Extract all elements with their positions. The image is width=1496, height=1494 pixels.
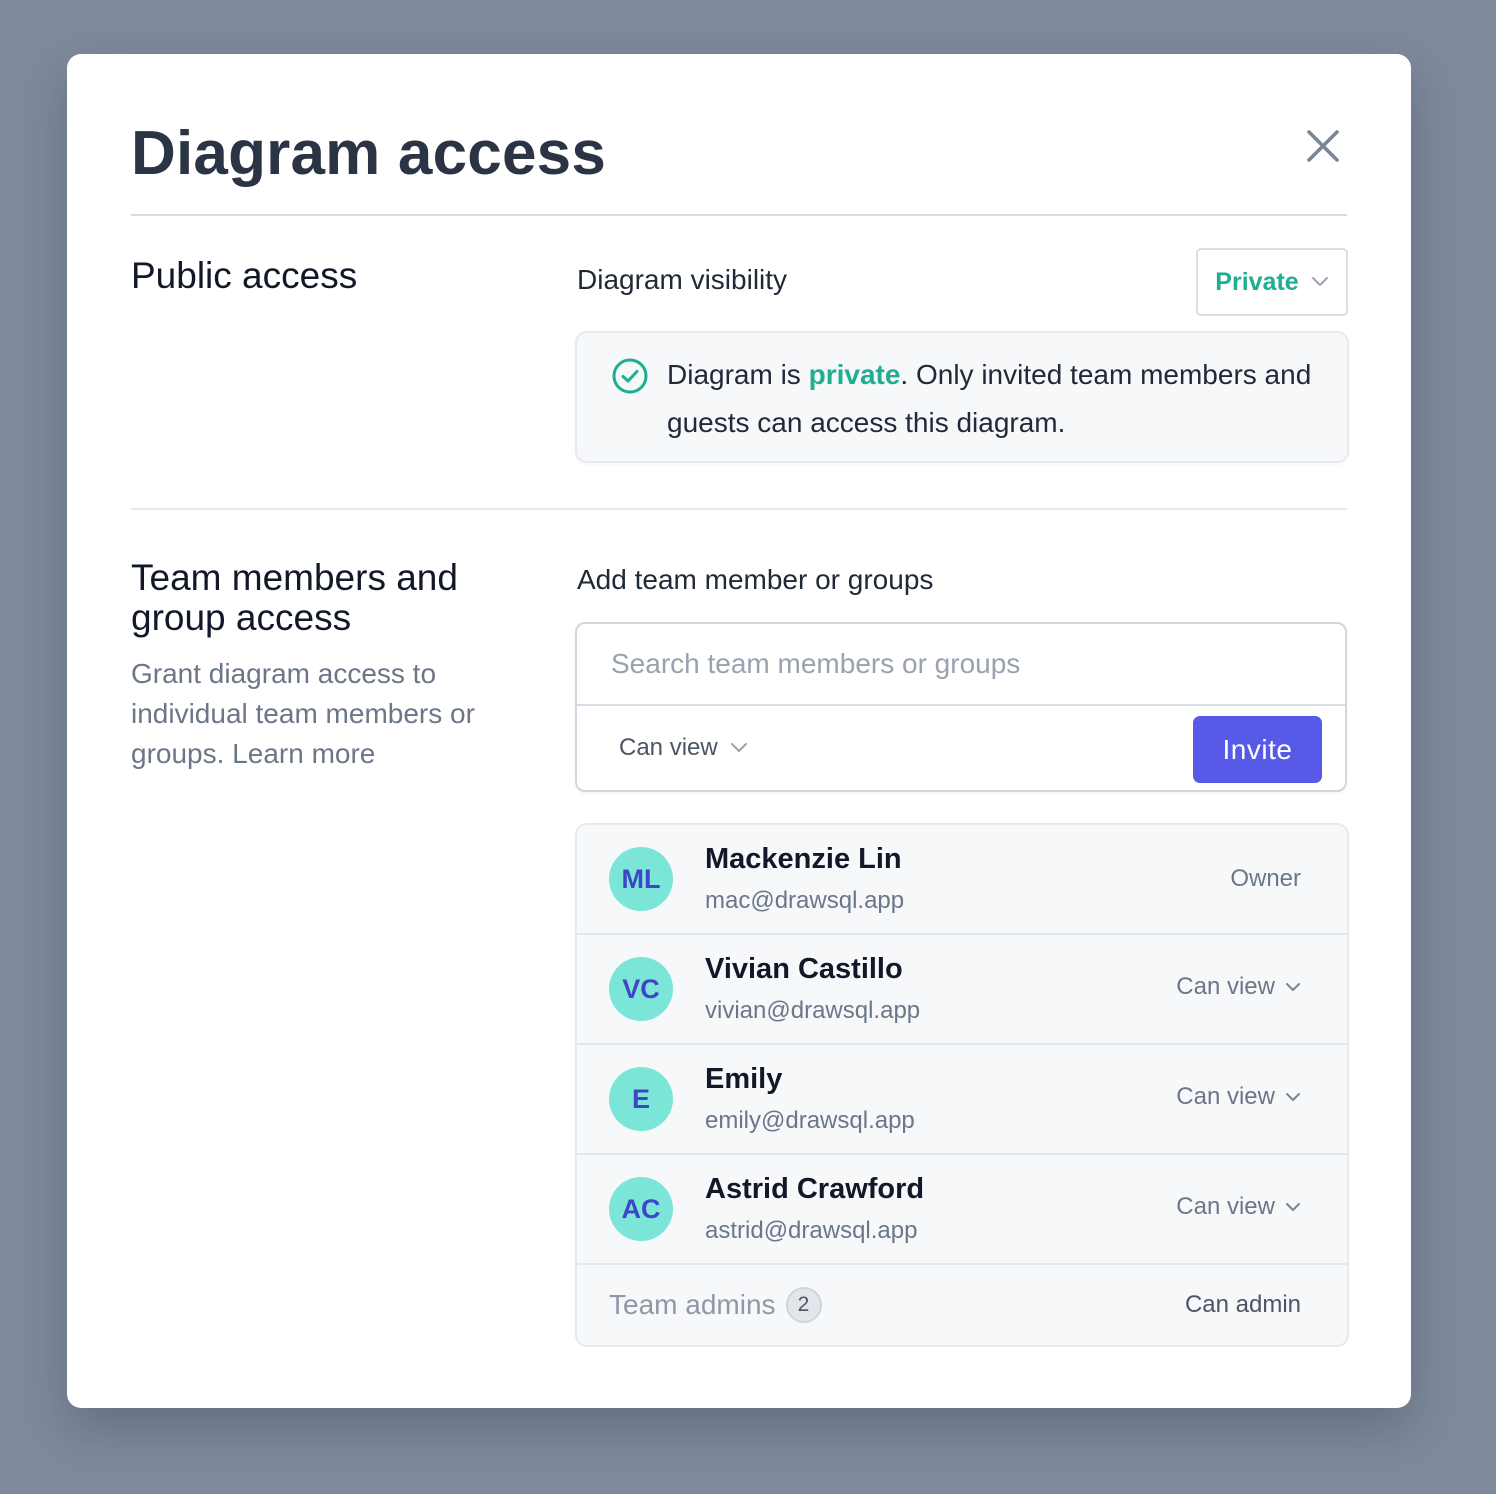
team-admins-row: Team admins 2 Can admin — [577, 1265, 1347, 1345]
check-circle-icon — [612, 358, 648, 394]
member-permission-value: Can view — [1176, 1083, 1275, 1110]
invite-permission-select[interactable]: Can view — [619, 734, 748, 762]
invite-button[interactable]: Invite — [1193, 716, 1322, 783]
member-name: Vivian Castillo — [705, 953, 903, 985]
header-divider — [131, 214, 1347, 216]
avatar: AC — [609, 1177, 673, 1241]
team-admins-permission: Can admin — [1184, 1291, 1301, 1318]
member-name: Mackenzie Lin — [705, 843, 902, 875]
search-input[interactable] — [577, 624, 1345, 706]
close-icon — [1307, 130, 1339, 162]
avatar: E — [609, 1067, 673, 1131]
team-access-description: Grant diagram access to individual team … — [131, 658, 475, 769]
modal-title: Diagram access — [131, 119, 607, 188]
avatar: VC — [609, 957, 673, 1021]
diagram-access-modal: Diagram access Public access Diagram vis… — [67, 54, 1411, 1408]
member-permission-select[interactable]: Can view — [1176, 973, 1301, 1001]
team-admins-label: Team admins — [609, 1289, 776, 1320]
member-row: VC Vivian Castillo vivian@drawsql.app Ca… — [577, 935, 1347, 1045]
visibility-label: Diagram visibility — [577, 264, 788, 295]
team-admins-label-group: Team admins 2 — [609, 1287, 822, 1323]
member-row: AC Astrid Crawford astrid@drawsql.app Ca… — [577, 1155, 1347, 1265]
chevron-down-icon — [1286, 982, 1300, 991]
team-access-title: Team members and group access — [131, 557, 458, 638]
member-role: Owner — [1230, 865, 1301, 892]
info-prefix: Diagram is — [667, 359, 809, 390]
member-name: Emily — [705, 1063, 783, 1095]
member-permission-select[interactable]: Can view — [1176, 1193, 1301, 1221]
avatar: ML — [609, 847, 673, 911]
section-divider — [131, 508, 1347, 510]
member-email: astrid@drawsql.app — [705, 1217, 918, 1244]
info-emphasis: private — [808, 359, 901, 390]
member-row: E Emily emily@drawsql.app Can view — [577, 1045, 1347, 1155]
member-permission-value: Can view — [1176, 973, 1275, 1000]
member-permission-select[interactable]: Can view — [1176, 1083, 1301, 1111]
chevron-down-icon — [1311, 277, 1328, 286]
chevron-down-icon — [1286, 1092, 1300, 1101]
invite-card: Can view Invite — [575, 622, 1347, 792]
member-list: ML Mackenzie Lin mac@drawsql.app Owner V… — [575, 823, 1349, 1347]
chevron-down-icon — [1286, 1202, 1300, 1211]
visibility-info-text: Diagram is private. Only invited team me… — [667, 351, 1317, 447]
close-button[interactable] — [1301, 124, 1345, 168]
visibility-select[interactable]: Private — [1196, 248, 1348, 316]
add-member-label: Add team member or groups — [577, 564, 934, 595]
team-admins-count-badge: 2 — [785, 1287, 822, 1323]
chevron-down-icon — [730, 743, 747, 752]
member-row: ML Mackenzie Lin mac@drawsql.app Owner — [577, 825, 1347, 935]
member-permission-value: Can view — [1176, 1193, 1275, 1220]
member-email: vivian@drawsql.app — [705, 997, 921, 1024]
visibility-info-box: Diagram is private. Only invited team me… — [575, 331, 1349, 463]
member-email: mac@drawsql.app — [705, 887, 905, 914]
visibility-value: Private — [1215, 267, 1299, 296]
member-name: Astrid Crawford — [705, 1173, 925, 1205]
member-email: emily@drawsql.app — [705, 1107, 915, 1134]
public-access-title: Public access — [131, 255, 358, 296]
invite-permission-value: Can view — [619, 734, 718, 761]
